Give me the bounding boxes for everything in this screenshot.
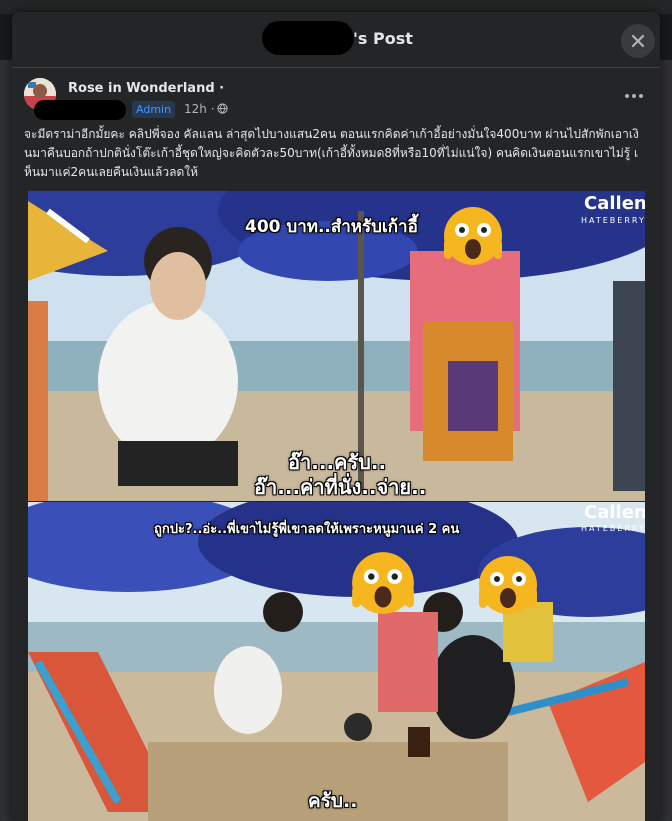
redacted-name-block [262, 21, 354, 55]
close-button[interactable] [621, 24, 655, 58]
shocked-face-emoji-icon [444, 207, 502, 265]
post-modal: 's Post Rose in Wonderland · Admin 12h · [12, 12, 660, 821]
post-image-2[interactable]: ถูกปะ?..อ่ะ..พี่เขาไม่รู้พี่เขาลดให้เพรา… [28, 502, 645, 821]
post-meta: Admin 12h · [34, 98, 334, 120]
right-backdrop-edge [660, 60, 672, 821]
brand-sublabel: HATEBERRY [581, 216, 645, 225]
more-options-button[interactable] [616, 86, 652, 106]
photo2-bottom-subtitle: ครับ.. [308, 790, 358, 812]
close-icon [631, 34, 645, 48]
author-name[interactable]: Rose in Wonderland · [68, 81, 224, 96]
post-time[interactable]: 12h · [184, 102, 215, 116]
redacted-name-block [34, 100, 126, 120]
brand-logo: Callen [584, 502, 645, 523]
globe-icon [217, 103, 228, 114]
shocked-face-emoji-icon [479, 556, 537, 614]
modal-header: 's Post [12, 12, 660, 68]
more-horizontal-icon [625, 94, 629, 98]
post-header: Rose in Wonderland · Admin 12h · [12, 78, 660, 128]
admin-badge: Admin [132, 101, 176, 118]
shocked-face-emoji-icon [352, 552, 414, 614]
photo1-subtitle-line-2: อ๊า...ค่าที่นั่ง..จ่าย.. [254, 475, 427, 499]
brand-sublabel: HATEBERRY [581, 524, 645, 533]
beach-scene-illustration-2 [28, 502, 645, 821]
modal-title: 's Post [353, 29, 413, 48]
post-caption: จะมีดราม่าอีกมั้ยคะ คลิปพี่จอง คัลแลน ล่… [24, 127, 639, 179]
brand-logo: Callen [584, 193, 645, 214]
left-backdrop-edge [0, 60, 12, 821]
photo2-top-subtitle: ถูกปะ?..อ่ะ..พี่เขาไม่รู้พี่เขาลดให้เพรา… [154, 522, 460, 537]
post-image-1[interactable]: 400 บาท..สำหรับเก้าอี้ Callen HATEBERRY … [28, 191, 645, 501]
photo1-top-subtitle: 400 บาท..สำหรับเก้าอี้ [245, 217, 418, 237]
